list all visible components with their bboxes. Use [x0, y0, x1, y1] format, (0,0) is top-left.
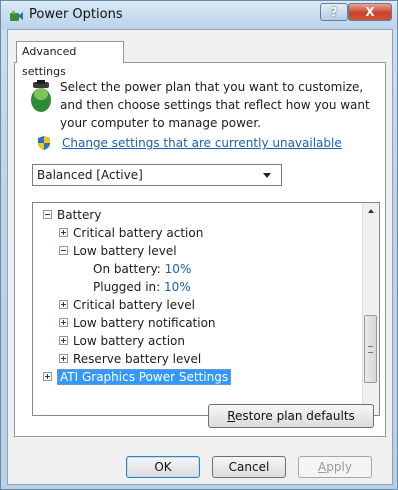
expand-icon[interactable] [59, 300, 68, 309]
change-unavailable-settings-link[interactable]: Change settings that are currently unava… [62, 136, 342, 150]
tab-advanced-settings[interactable]: Advanced settings [16, 41, 124, 78]
tree-item-label: Critical battery level [73, 298, 195, 312]
tree-item-plugged-in[interactable]: Plugged in: 10% [93, 278, 191, 296]
tree-item-low-battery-action[interactable]: Low battery action [59, 332, 185, 350]
expand-icon[interactable] [59, 354, 68, 363]
plugged-in-value[interactable]: 10% [164, 280, 191, 294]
help-button[interactable]: ? [320, 3, 348, 21]
close-button[interactable]: X [348, 3, 392, 21]
title-bar[interactable]: Power Options ? X [1, 1, 397, 29]
settings-tree[interactable]: Battery Critical battery action Low batt… [32, 202, 380, 416]
cancel-button[interactable]: Cancel [212, 456, 286, 478]
expand-icon[interactable] [59, 228, 68, 237]
restore-plan-defaults-button[interactable]: Restore plan defaults [208, 404, 374, 428]
tree-item-label: Low battery notification [73, 316, 216, 330]
tree-item-critical-battery-level[interactable]: Critical battery level [59, 296, 195, 314]
power-plan-select[interactable]: Balanced [Active] [32, 164, 282, 186]
expand-icon[interactable] [59, 336, 68, 345]
on-battery-value[interactable]: 10% [165, 262, 192, 276]
ok-button[interactable]: OK [126, 456, 200, 478]
restore-label: estore plan defaults [235, 409, 355, 423]
tree-item-battery[interactable]: Battery [43, 206, 101, 224]
tree-item-label: Critical battery action [73, 226, 204, 240]
tree-item-label-selected: ATI Graphics Power Settings [57, 369, 232, 385]
dialog-client-area: Advanced settings Select the power plan … [7, 29, 393, 485]
apply-button[interactable]: Apply [298, 456, 372, 478]
tree-item-low-battery-level[interactable]: Low battery level [59, 242, 177, 260]
tree-item-label: Reserve battery level [73, 352, 202, 366]
expand-icon[interactable] [43, 372, 52, 381]
scroll-thumb[interactable] [364, 315, 377, 383]
tree-item-label: Low battery level [73, 244, 177, 258]
tree-item-ati-graphics[interactable]: ATI Graphics Power Settings [43, 368, 232, 386]
power-plan-selected-value: Balanced [Active] [37, 168, 143, 182]
restore-access-key: R [227, 409, 236, 423]
tree-item-label: Battery [57, 208, 102, 222]
vertical-scrollbar[interactable] [362, 203, 379, 415]
apply-label: pply [326, 460, 352, 474]
power-plan-icon [31, 80, 51, 112]
collapse-icon[interactable] [43, 210, 52, 219]
tree-item-critical-battery-action[interactable]: Critical battery action [59, 224, 203, 242]
power-options-window: Power Options ? X Advanced settings Sele… [0, 0, 398, 490]
expand-icon[interactable] [59, 318, 68, 327]
setting-label: Plugged in: [93, 280, 161, 294]
dropdown-arrow-icon [263, 173, 271, 178]
scroll-up-arrow-icon[interactable] [363, 203, 379, 219]
collapse-icon[interactable] [59, 246, 68, 255]
description-text: Select the power plan that you want to c… [60, 80, 370, 130]
power-options-icon [10, 11, 23, 21]
tree-item-on-battery[interactable]: On battery: 10% [93, 260, 191, 278]
tree-item-reserve-battery-level[interactable]: Reserve battery level [59, 350, 201, 368]
tree-item-low-battery-notification[interactable]: Low battery notification [59, 314, 216, 332]
uac-shield-icon [38, 136, 50, 150]
tree-item-label: Low battery action [73, 334, 185, 348]
window-title: Power Options [29, 7, 123, 22]
setting-label: On battery: [93, 262, 161, 276]
